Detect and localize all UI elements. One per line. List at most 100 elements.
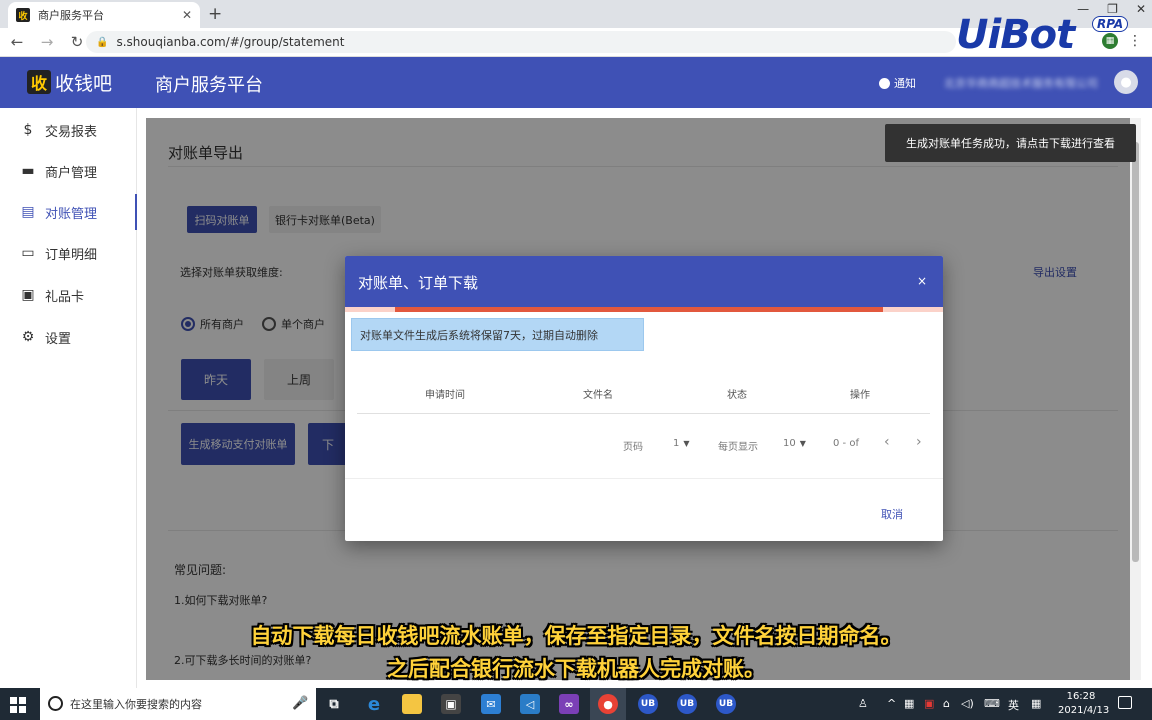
tray-expand-icon[interactable]: ^ (887, 697, 896, 710)
system-clock[interactable]: 16:28 2021/4/13 (1058, 690, 1110, 718)
scrollbar-thumb[interactable] (1132, 142, 1139, 562)
task-view-icon[interactable]: ⧉ (324, 694, 344, 714)
sidebar-item-reconciliation[interactable]: ▤ 对账管理 (0, 194, 137, 230)
minimize-icon[interactable]: — (1077, 2, 1089, 16)
window-controls: — ❐ ✕ (1077, 2, 1146, 16)
clock-time: 16:28 (1066, 691, 1096, 702)
chat-bubble-icon (879, 77, 890, 89)
back-icon[interactable]: ← (4, 33, 30, 51)
uibot-watermark: UiBot (956, 12, 1075, 58)
notify-label: 通知 (894, 77, 916, 90)
browser-toolbar-right: ▦ ⋮ (1102, 33, 1142, 49)
next-page-icon[interactable]: › (916, 434, 922, 450)
sidebar-item-reports[interactable]: $ 交易报表 (0, 112, 137, 148)
store-icon: ▬ (21, 163, 35, 179)
forward-icon[interactable]: → (34, 33, 60, 51)
taskbar: 在这里输入你要搜索的内容 🎤 ⧉ e ▣ ✉ ◁ ∞ ● UB UB UB ♙ … (0, 688, 1152, 720)
store-icon[interactable]: ▣ (441, 694, 461, 714)
lock-icon: 🔒 (96, 36, 109, 48)
uibot-app-icon[interactable]: UB (638, 694, 658, 714)
sidebar-item-label: 对账管理 (45, 206, 98, 222)
microphone-icon[interactable]: 🎤 (292, 696, 308, 711)
keyboard-icon[interactable]: ⌨ (984, 697, 1000, 710)
column-header-status: 状态 (727, 390, 747, 401)
download-dialog: 对账单、订单下载 × 对账单文件生成后系统将保留7天，过期自动删除 申请时间 文… (345, 256, 943, 541)
user-icon: ● (1120, 74, 1132, 90)
sidebar-item-label: 交易报表 (45, 124, 98, 140)
search-placeholder: 在这里输入你要搜索的内容 (70, 698, 202, 711)
page-value: 1 (673, 438, 680, 449)
uibot-app-icon[interactable]: UB (677, 694, 697, 714)
subtitle-line-1: 自动下载每日收钱吧流水账单，保存至指定目录，文件名按日期命名。 (250, 624, 902, 648)
rpa-badge: RPA (1092, 16, 1129, 32)
action-center-icon[interactable] (1118, 696, 1132, 709)
tab-close-icon[interactable]: ✕ (182, 8, 192, 22)
mail-icon[interactable]: ✉ (481, 694, 501, 714)
cancel-button[interactable]: 取消 (881, 506, 903, 522)
dialog-title: 对账单、订单下载 (358, 274, 479, 292)
page-range: 0 - of (833, 438, 859, 449)
volume-icon[interactable]: ◁) (961, 697, 974, 710)
gear-icon: ⚙ (21, 329, 35, 345)
url-text: s.shouqianba.com/#/group/statement (116, 35, 345, 49)
column-header-action: 操作 (850, 390, 870, 401)
visual-studio-icon[interactable]: ∞ (559, 694, 579, 714)
page-label: 页码 (623, 442, 643, 453)
column-header-filename: 文件名 (583, 390, 613, 401)
app-header: 收 收钱吧 商户服务平台 通知 北京华商商超技术服务有限公司 ● (0, 57, 1152, 108)
sidebar-item-label: 订单明细 (45, 247, 98, 263)
edge-icon[interactable]: e (364, 694, 384, 715)
logo-text: 收钱吧 (55, 73, 113, 95)
sidebar-item-label: 礼品卡 (45, 289, 85, 305)
notify-button[interactable]: 通知 (879, 75, 916, 91)
taskbar-search-input[interactable]: 在这里输入你要搜索的内容 🎤 (40, 688, 316, 720)
sidebar-item-merchants[interactable]: ▬ 商户管理 (0, 153, 137, 189)
card-icon: ▭ (21, 245, 35, 261)
tray-security-icon[interactable]: ▣ (924, 697, 934, 710)
per-page-value: 10 (783, 438, 796, 449)
file-explorer-icon[interactable] (402, 694, 422, 714)
ime-mode-icon[interactable]: ▦ (1031, 697, 1041, 710)
tray-app-icon[interactable]: ▦ (904, 697, 914, 710)
network-icon[interactable]: ⌂ (943, 697, 950, 710)
windows-start-icon[interactable] (10, 697, 26, 713)
new-tab-icon[interactable]: + (208, 4, 222, 24)
maximize-icon[interactable]: ❐ (1107, 2, 1118, 16)
column-header-apply-time: 申请时间 (425, 390, 465, 401)
platform-title: 商户服务平台 (155, 75, 263, 96)
success-snackbar: 生成对账单任务成功，请点击下载进行查看 (885, 124, 1136, 162)
per-page-label: 每页显示 (718, 442, 758, 453)
chrome-icon[interactable]: ● (598, 694, 618, 714)
sidebar-item-orders[interactable]: ▭ 订单明细 (0, 235, 137, 271)
caret-down-icon: ▼ (683, 439, 690, 448)
page-select[interactable]: 1 ▼ (673, 438, 690, 449)
dollar-icon: $ (23, 122, 33, 138)
clock-date: 2021/4/13 (1058, 705, 1110, 716)
sidebar-item-settings[interactable]: ⚙ 设置 (0, 319, 137, 355)
scrollbar[interactable] (1130, 118, 1141, 680)
progress-fill (395, 307, 883, 312)
ledger-icon: ▤ (21, 204, 35, 220)
uibot-app-icon[interactable]: UB (716, 694, 736, 714)
favicon-icon: 收 (16, 8, 30, 22)
cortana-icon (48, 696, 63, 711)
subtitle-line-2: 之后配合银行流水下载机器人完成对账。 (387, 657, 765, 681)
ime-indicator[interactable]: 英 (1008, 697, 1019, 713)
extension-icon[interactable]: ▦ (1102, 33, 1118, 49)
avatar[interactable]: ● (1114, 70, 1138, 94)
people-icon[interactable]: ♙ (858, 697, 868, 710)
close-icon[interactable]: × (917, 274, 927, 288)
vscode-icon[interactable]: ◁ (520, 694, 540, 714)
table-header-divider (357, 413, 930, 414)
browser-tab[interactable]: 收 商户服务平台 ✕ (8, 2, 200, 28)
caret-down-icon: ▼ (799, 439, 806, 448)
close-window-icon[interactable]: ✕ (1136, 2, 1146, 16)
browser-menu-icon[interactable]: ⋮ (1128, 33, 1142, 49)
url-input[interactable]: 🔒 s.shouqianba.com/#/group/statement (86, 31, 956, 53)
sidebar-item-giftcard[interactable]: ▣ 礼品卡 (0, 277, 137, 313)
retention-notice: 对账单文件生成后系统将保留7天，过期自动删除 (351, 318, 644, 351)
sidebar-item-label: 设置 (45, 331, 72, 347)
prev-page-icon[interactable]: ‹ (884, 434, 890, 450)
per-page-select[interactable]: 10 ▼ (783, 438, 806, 449)
merchant-name: 北京华商商超技术服务有限公司 (944, 77, 1098, 90)
